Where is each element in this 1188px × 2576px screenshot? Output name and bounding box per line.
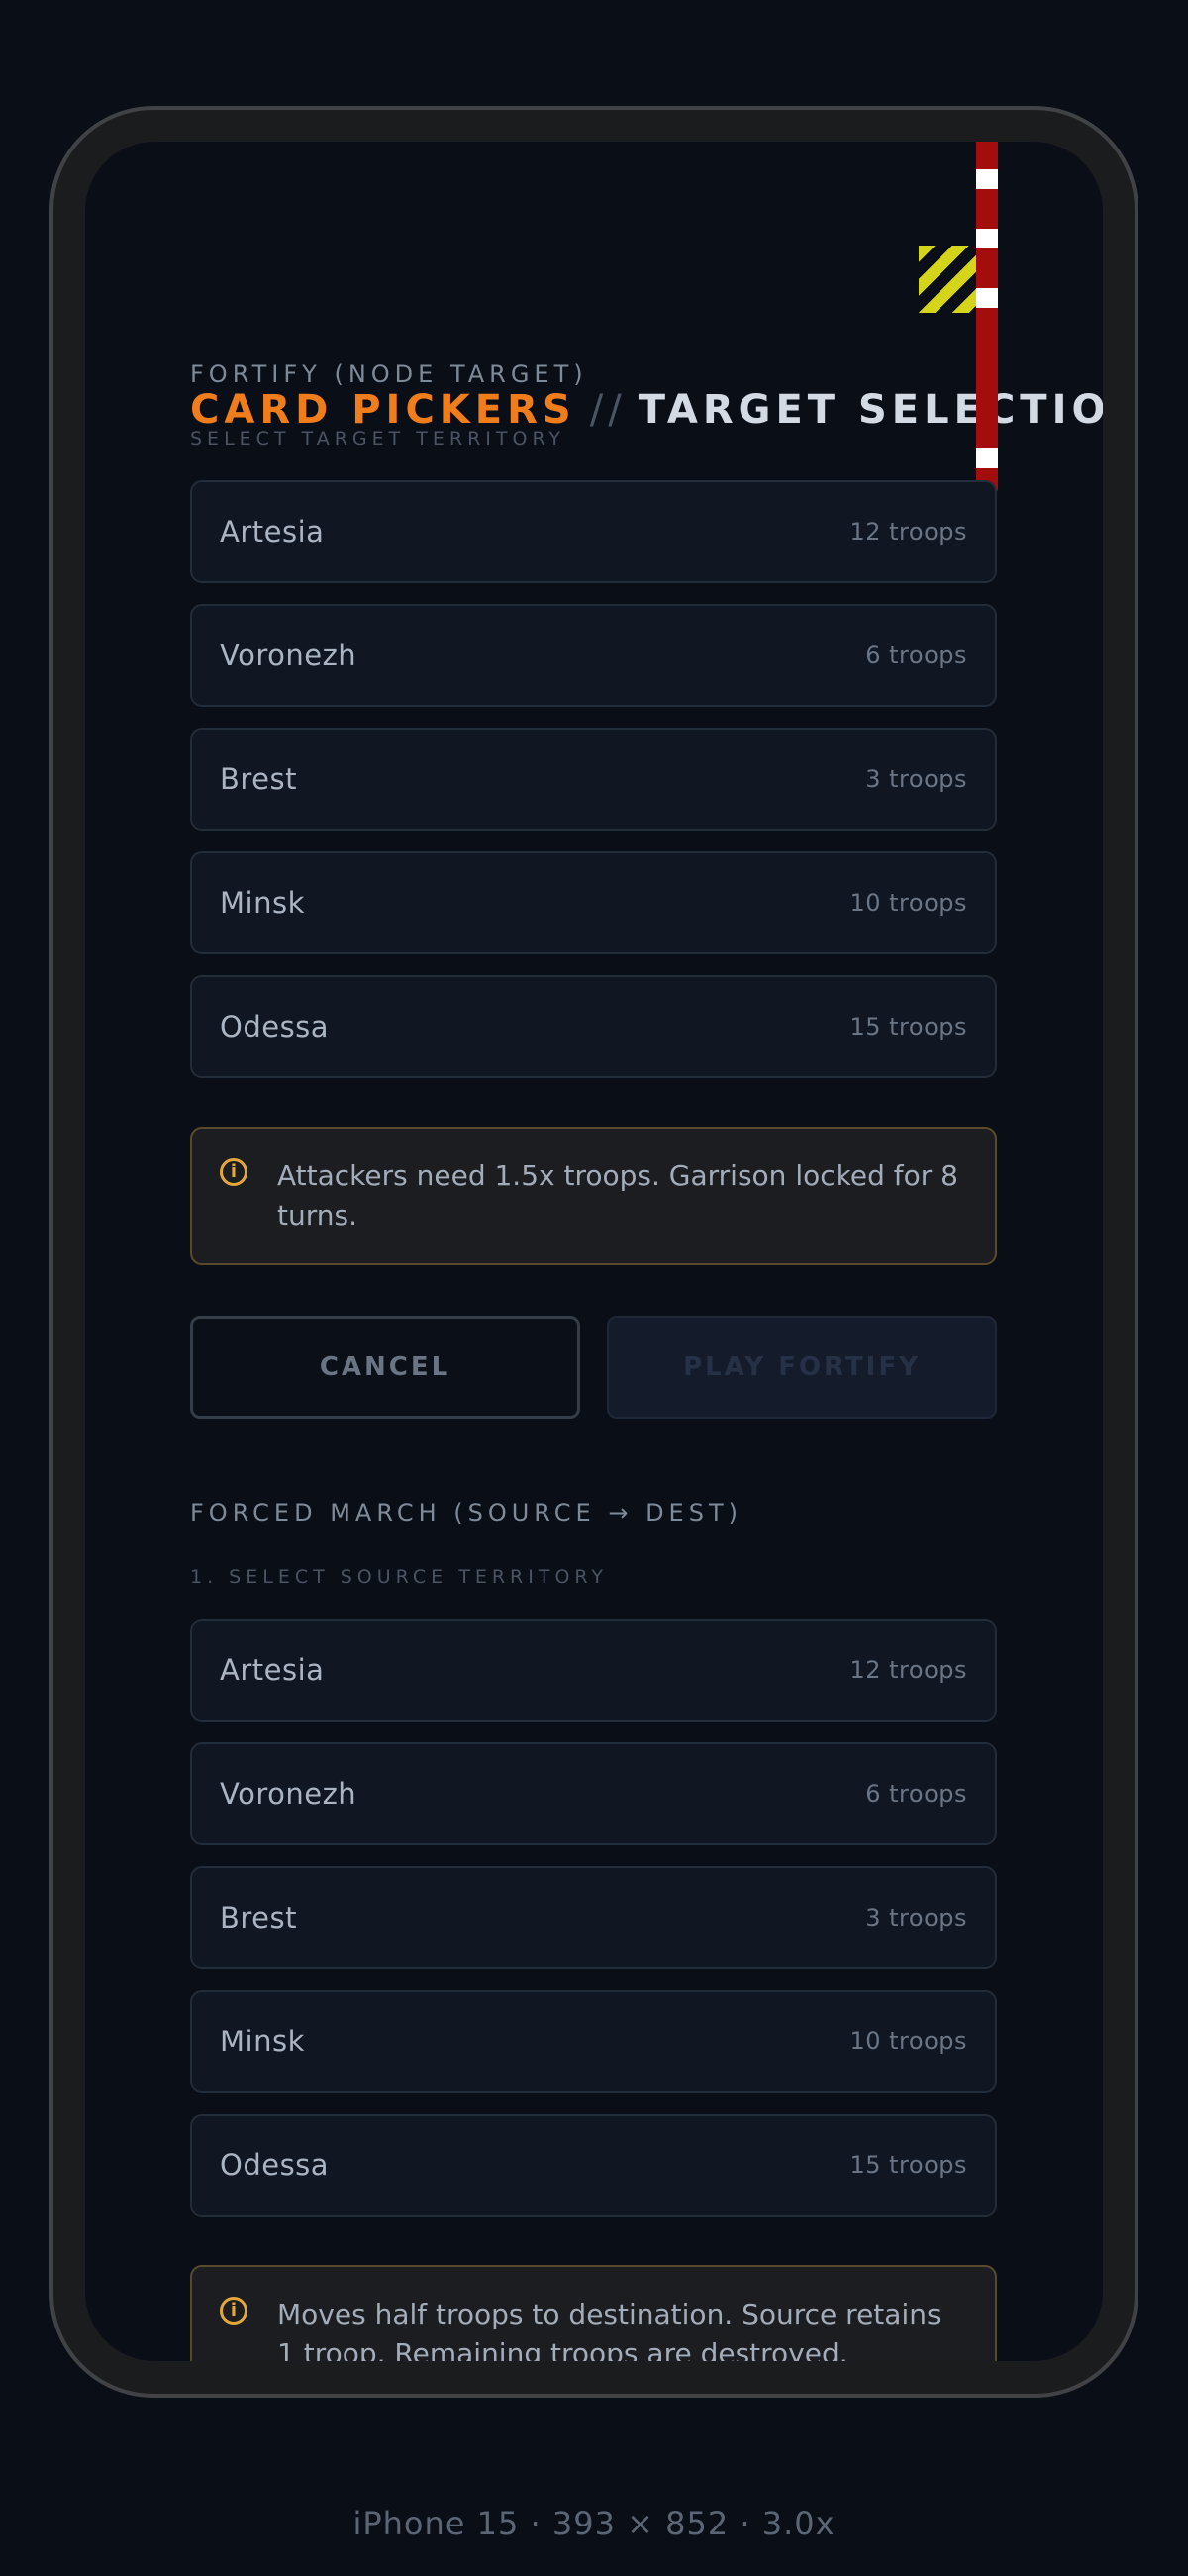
troop-count: 12 troops <box>849 1656 967 1684</box>
forced-march-info-text: Moves half troops to destination. Source… <box>277 2298 941 2361</box>
forced-march-info-box: i Moves half troops to destination. Sour… <box>190 2265 997 2361</box>
territory-option-odessa[interactable]: Odessa 15 troops <box>190 975 997 1078</box>
troop-count: 10 troops <box>849 889 967 917</box>
troop-count: 15 troops <box>849 1013 967 1040</box>
cancel-button[interactable]: CANCEL <box>190 1316 580 1419</box>
debug-overflow-bar <box>976 142 998 493</box>
territory-name: Odessa <box>220 1010 330 1043</box>
troop-count: 6 troops <box>865 1780 967 1808</box>
territory-option-brest[interactable]: Brest 3 troops <box>190 1866 997 1969</box>
territory-option-minsk[interactable]: Minsk 10 troops <box>190 1990 997 2093</box>
troop-count: 15 troops <box>849 2151 967 2179</box>
fortify-info-box: i Attackers need 1.5x troops. Garrison l… <box>190 1127 997 1265</box>
territory-option-minsk[interactable]: Minsk 10 troops <box>190 851 997 954</box>
hazard-stripes-icon <box>919 246 976 313</box>
fortify-sublabel: SELECT TARGET TERRITORY <box>190 428 566 449</box>
fortify-heading: FORTIFY (NODE TARGET) <box>190 360 588 388</box>
territory-name: Brest <box>220 762 298 796</box>
territory-option-artesia[interactable]: Artesia 12 troops <box>190 480 997 583</box>
territory-name: Voronezh <box>220 639 357 672</box>
territory-name: Minsk <box>220 2025 305 2058</box>
info-icon: i <box>220 1158 248 1186</box>
app-screen: CARD PICKERS //TARGET SELECTION FORTIFY (… <box>85 142 1103 2361</box>
title-target-selection: TARGET SELECTION <box>638 387 1103 433</box>
territory-option-odessa[interactable]: Odessa 15 troops <box>190 2114 997 2217</box>
territory-option-artesia[interactable]: Artesia 12 troops <box>190 1619 997 1722</box>
troop-count: 12 troops <box>849 518 967 545</box>
forced-march-heading: FORCED MARCH (SOURCE → DEST) <box>190 1499 742 1527</box>
title-card-pickers: CARD PICKERS <box>190 387 576 433</box>
territory-option-brest[interactable]: Brest 3 troops <box>190 728 997 831</box>
troop-count: 10 troops <box>849 2028 967 2055</box>
troop-count: 6 troops <box>865 642 967 669</box>
forced-march-sublabel: 1. SELECT SOURCE TERRITORY <box>190 1566 608 1588</box>
page-title: CARD PICKERS //TARGET SELECTION <box>190 387 1103 433</box>
title-separator: // <box>589 387 627 433</box>
play-fortify-button[interactable]: PLAY FORTIFY <box>607 1316 997 1419</box>
territory-name: Minsk <box>220 886 305 920</box>
territory-option-voronezh[interactable]: Voronezh 6 troops <box>190 1742 997 1845</box>
territory-name: Artesia <box>220 1653 325 1687</box>
territory-option-voronezh[interactable]: Voronezh 6 troops <box>190 604 997 707</box>
troop-count: 3 troops <box>865 765 967 793</box>
territory-name: Artesia <box>220 515 325 548</box>
fortify-info-text: Attackers need 1.5x troops. Garrison loc… <box>277 1159 958 1232</box>
device-size-label: iPhone 15 · 393 × 852 · 3.0x <box>352 2505 836 2542</box>
fortify-territory-list: Artesia 12 troops Voronezh 6 troops Bres… <box>190 480 997 1099</box>
troop-count: 3 troops <box>865 1904 967 1932</box>
territory-name: Voronezh <box>220 1777 357 1811</box>
territory-name: Odessa <box>220 2148 330 2182</box>
info-icon: i <box>220 2297 248 2325</box>
territory-name: Brest <box>220 1901 298 1934</box>
forced-march-territory-list: Artesia 12 troops Voronezh 6 troops Bres… <box>190 1619 997 2237</box>
